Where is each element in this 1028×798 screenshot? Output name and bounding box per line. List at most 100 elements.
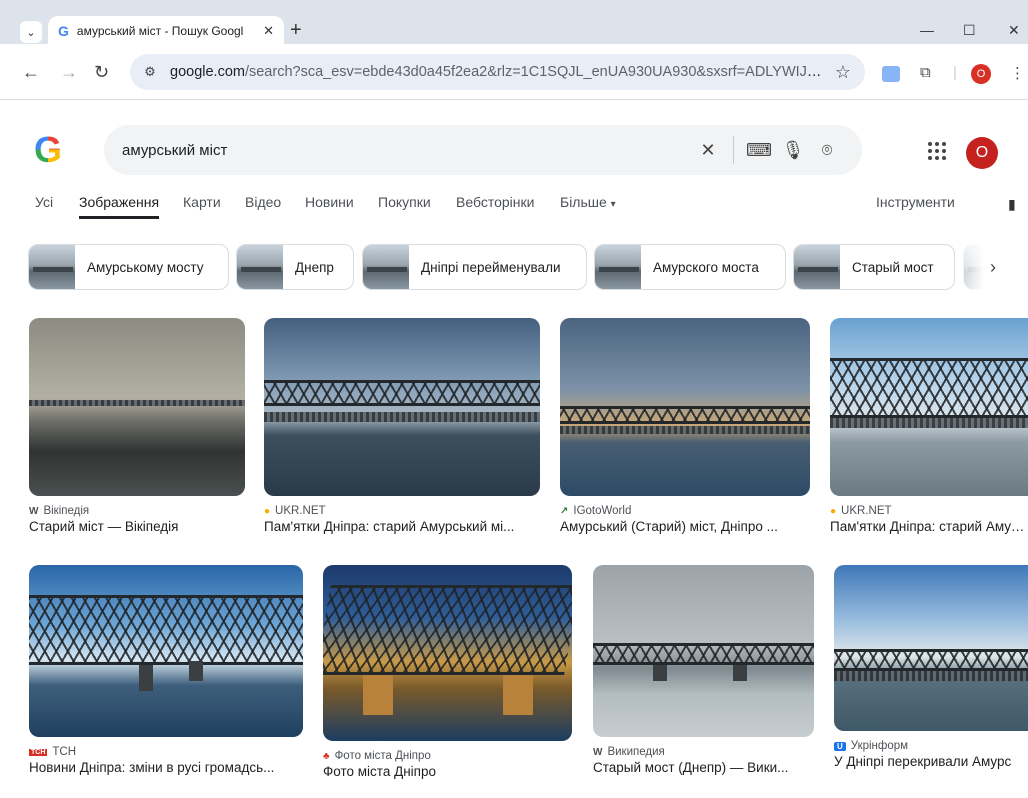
clear-search-icon[interactable]: ✕	[691, 140, 725, 161]
ukrinform-icon: U	[834, 741, 846, 751]
tab-shopping[interactable]: Покупки	[378, 194, 431, 210]
tab-more-label: Більше	[560, 194, 607, 210]
chip-label: Амурского моста	[653, 259, 759, 275]
tab-images[interactable]: Зображення	[79, 194, 160, 219]
url-path: /search?sca_esv=ebde43d0a45f2ea2&rlz=1C1…	[244, 64, 825, 80]
bridge-truss-shape	[323, 585, 572, 675]
result-caption[interactable]: Новини Дніпра: зміни в русі громадсь...	[29, 760, 303, 775]
chip-thumbnail	[363, 245, 409, 289]
result-source[interactable]: ↗ IGotoWorld	[560, 505, 810, 517]
forward-icon[interactable]: →	[60, 62, 78, 83]
image-result[interactable]: W Википедия Старый мост (Днепр) — Вики...	[593, 565, 814, 775]
tools-button[interactable]: Інструменти	[876, 194, 955, 210]
result-source[interactable]: TCH ТСН	[29, 746, 303, 758]
result-source[interactable]: ● UKR.NET	[264, 505, 540, 517]
result-caption[interactable]: Старый мост (Днепр) — Вики...	[593, 760, 814, 775]
microphone-icon[interactable]: 🎙	[776, 140, 810, 161]
extensions-puzzle-icon[interactable]: ⧉	[920, 64, 931, 81]
url-domain: google.com	[170, 64, 245, 80]
search-tabs: Усі Зображення Карти Відео Новини Покупк…	[0, 190, 1028, 224]
chip-amurskomu-mostu[interactable]: Амурському мосту	[28, 244, 229, 290]
source-name: ТСН	[52, 746, 77, 758]
bridge-shape	[560, 426, 810, 434]
chip-thumbnail	[237, 245, 283, 289]
result-image[interactable]	[830, 318, 1028, 496]
result-image[interactable]	[29, 565, 303, 737]
browser-menu-icon[interactable]: ⋮	[1010, 64, 1025, 82]
image-result[interactable]: ↗ IGotoWorld Амурський (Старий) міст, Дні…	[560, 318, 810, 534]
tab-news[interactable]: Новини	[305, 194, 354, 210]
result-caption[interactable]: Фото міста Дніпро	[323, 764, 572, 779]
chip-thumbnail	[794, 245, 840, 289]
image-result[interactable]: ♣ Фото міста Дніпро Фото міста Дніпро	[323, 565, 572, 779]
search-box[interactable]: амурський міст ✕ ⌨ 🎙 ⌾	[104, 125, 862, 175]
bridge-shape	[29, 400, 245, 406]
result-source[interactable]: W Вікіпедія	[29, 505, 245, 517]
image-result[interactable]: W Вікіпедія Старий міст — Вікіпедія	[29, 318, 245, 534]
image-result[interactable]: TCH ТСН Новини Дніпра: зміни в русі грома…	[29, 565, 303, 775]
bridge-shape	[264, 412, 540, 422]
url-text[interactable]: google.com/search?sca_esv=ebde43d0a45f2e…	[170, 64, 825, 80]
bookmark-star-icon[interactable]: ☆	[835, 62, 851, 83]
translate-extension-icon[interactable]	[882, 66, 900, 82]
source-name: Укрінформ	[850, 740, 909, 752]
google-favicon-icon: G	[58, 23, 69, 39]
related-search-chips: Амурському мосту Днепр Дніпрі перейменув…	[28, 244, 1028, 290]
tab-maps[interactable]: Карти	[183, 194, 221, 210]
chip-staryi-most[interactable]: Старый мост	[793, 244, 955, 290]
saved-images-icon[interactable]: ▮	[1008, 196, 1016, 213]
result-source[interactable]: ● UKR.NET	[830, 505, 1028, 517]
chip-label: Дніпрі перейменували	[421, 259, 561, 275]
result-caption[interactable]: Старий міст — Вікіпедія	[29, 519, 245, 534]
bridge-truss-shape	[834, 649, 1028, 671]
bridge-truss-shape	[264, 380, 540, 406]
google-logo[interactable]: G	[34, 132, 62, 168]
bridge-pier	[363, 675, 393, 715]
result-caption[interactable]: Амурський (Старий) міст, Дніпро ...	[560, 519, 810, 534]
site-info-icon[interactable]: ⚙	[140, 64, 160, 80]
chip-dnipri-pereimenuvaly[interactable]: Дніпрі перейменували	[362, 244, 587, 290]
search-input[interactable]: амурський міст	[122, 142, 691, 159]
result-caption[interactable]: Пам'ятки Дніпра: старий Амурський мі...	[264, 519, 540, 534]
result-image[interactable]	[593, 565, 814, 737]
lens-camera-icon[interactable]: ⌾	[810, 140, 844, 161]
result-image[interactable]	[323, 565, 572, 741]
result-caption[interactable]: У Дніпрі перекривали Амурс	[834, 754, 1028, 769]
google-apps-icon[interactable]	[928, 142, 946, 160]
result-source[interactable]: W Википедия	[593, 746, 814, 758]
result-image[interactable]	[264, 318, 540, 496]
result-image[interactable]	[560, 318, 810, 496]
tab-more[interactable]: Більше ▾	[560, 194, 616, 210]
wikipedia-icon: W	[593, 746, 603, 758]
keyboard-icon[interactable]: ⌨	[742, 140, 776, 161]
browser-tab[interactable]: G амурський міст - Пошук Googl ✕	[48, 16, 284, 46]
tab-videos[interactable]: Відео	[245, 194, 281, 210]
result-caption[interactable]: Пам'ятки Дніпра: старий Амурський мі	[830, 519, 1028, 534]
result-source[interactable]: ♣ Фото міста Дніпро	[323, 750, 572, 762]
result-source[interactable]: U Укрінформ	[834, 740, 1028, 752]
address-bar[interactable]: ⚙ google.com/search?sca_esv=ebde43d0a45f…	[130, 54, 865, 90]
account-avatar[interactable]: O	[966, 137, 998, 169]
back-icon[interactable]: ←	[22, 62, 40, 83]
tab-close-icon[interactable]: ✕	[263, 23, 274, 39]
source-name: IGotoWorld	[573, 505, 632, 517]
chip-dnepr[interactable]: Днепр	[236, 244, 354, 290]
browser-profile-avatar[interactable]: O	[971, 64, 991, 84]
chevron-right-icon[interactable]: ›	[963, 244, 1023, 290]
tab-all[interactable]: Усі	[35, 194, 53, 210]
search-divider	[733, 136, 734, 164]
bridge-truss-shape	[29, 595, 303, 665]
window-close-icon[interactable]: ✕	[1008, 22, 1020, 39]
result-image[interactable]	[834, 565, 1028, 731]
new-tab-icon[interactable]: +	[290, 20, 302, 40]
reload-icon[interactable]: ↻	[94, 62, 109, 83]
image-result[interactable]: ● UKR.NET Пам'ятки Дніпра: старий Амурськ…	[264, 318, 540, 534]
tab-search-chevron-icon[interactable]: ⌄	[20, 21, 42, 43]
minimize-icon[interactable]: —	[920, 22, 934, 38]
maximize-icon[interactable]: ☐	[963, 22, 976, 39]
result-image[interactable]	[29, 318, 245, 496]
image-result[interactable]: U Укрінформ У Дніпрі перекривали Амурс	[834, 565, 1028, 769]
chip-amurskogo-mosta[interactable]: Амурского моста	[594, 244, 786, 290]
tab-web[interactable]: Вебсторінки	[456, 194, 534, 210]
image-result[interactable]: ● UKR.NET Пам'ятки Дніпра: старий Амурськ…	[830, 318, 1028, 534]
